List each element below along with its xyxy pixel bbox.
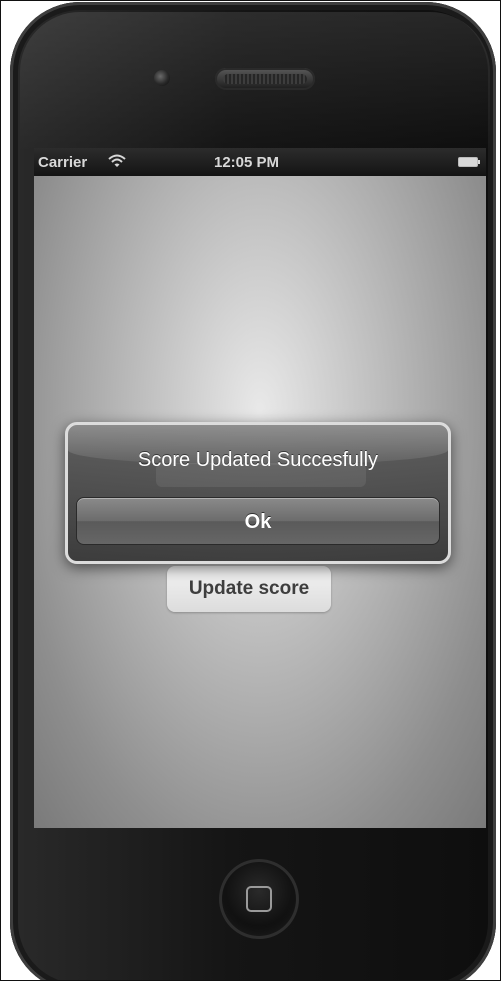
page-border (0, 0, 501, 981)
page: Carrier 12:05 PM Update score Score Upda… (0, 0, 501, 981)
